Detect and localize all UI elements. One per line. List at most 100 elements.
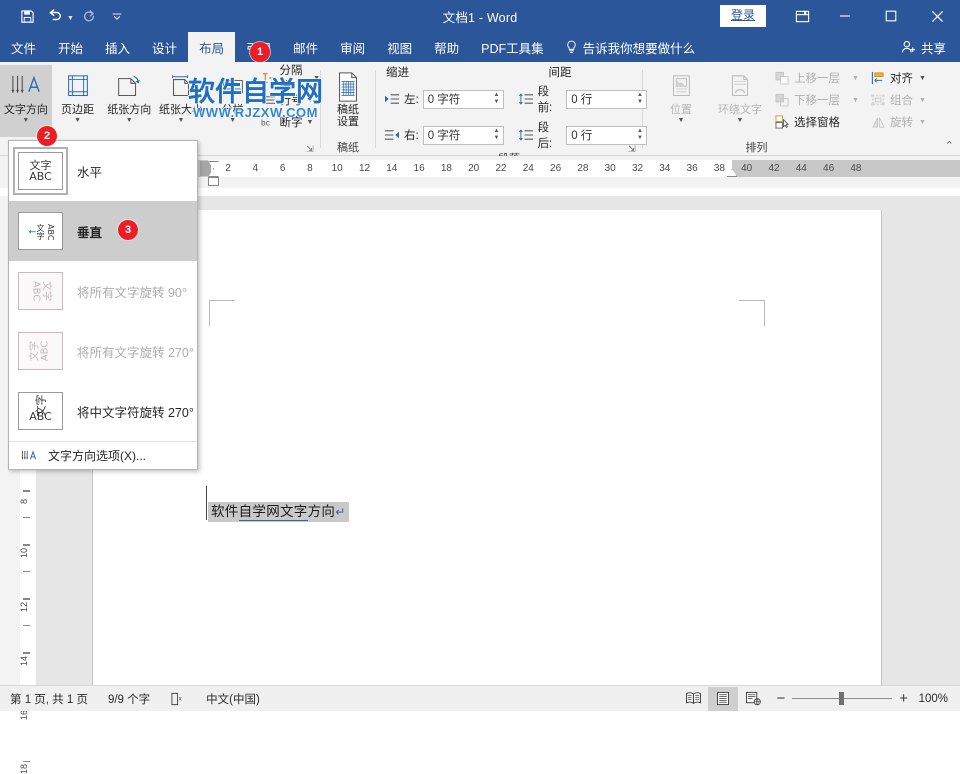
tab-help[interactable]: 帮助 <box>423 32 470 62</box>
zoom-out-button[interactable]: − <box>776 690 785 707</box>
zoom-level-label[interactable]: 100% <box>916 693 960 705</box>
text-direction-label: 文字方向 <box>4 104 48 117</box>
tab-insert[interactable]: 插入 <box>94 32 141 62</box>
selection-pane-button[interactable]: 选择窗格 <box>775 111 859 133</box>
language-status[interactable]: 中文(中国) <box>196 691 270 707</box>
orientation-button[interactable]: 纸张方向 ▼ <box>103 65 155 125</box>
ribbon-group-arrange: 位置 ▼ 环绕文字 ▼ <box>643 62 960 156</box>
menu-item-rotate-asian-270-label: 将中文字符旋转 270° <box>77 402 197 421</box>
minimize-button[interactable] <box>822 0 868 32</box>
columns-button[interactable]: 分栏 ▼ <box>207 65 259 125</box>
chevron-down-icon[interactable]: ▼ <box>22 117 29 125</box>
redo-icon[interactable] <box>76 4 102 28</box>
document-text-selection[interactable]: 软件自学网文字方向↵ <box>208 502 349 522</box>
indent-right-input[interactable]: 0 字符 ▲▼ <box>423 126 504 145</box>
maximize-button[interactable] <box>868 0 914 32</box>
read-mode-icon[interactable] <box>678 687 708 711</box>
tab-mailings[interactable]: 邮件 <box>282 32 329 62</box>
menu-item-text-direction-options[interactable]: 文字方向选项(X)... <box>9 441 197 469</box>
indent-left-input[interactable]: 0 字符 ▲▼ <box>423 90 504 109</box>
line-numbers-icon <box>261 93 276 107</box>
manuscript-label-line1: 稿纸 <box>337 104 359 116</box>
horizontal-ruler[interactable]: 2468101214161820222426283032343638404244… <box>196 156 960 188</box>
margins-button[interactable]: 页边距 ▼ <box>52 65 104 125</box>
chevron-down-icon[interactable]: ▼ <box>919 75 926 82</box>
tab-review[interactable]: 审阅 <box>329 32 376 62</box>
tab-home[interactable]: 开始 <box>47 32 94 62</box>
paper-size-button[interactable]: 纸张大小 ▼ <box>155 65 207 125</box>
chevron-down-icon[interactable] <box>104 4 130 28</box>
tab-design[interactable]: 设计 <box>141 32 188 62</box>
position-icon <box>666 69 696 103</box>
rotate-button[interactable]: 旋转 ▼ <box>871 111 926 133</box>
zoom-track[interactable] <box>792 698 892 699</box>
document-page[interactable] <box>92 210 882 685</box>
page-setup-dialog-launcher[interactable]: ⇲ <box>304 143 316 155</box>
page-number-status[interactable]: 第 1 页, 共 1 页 <box>0 691 98 707</box>
indent-right-stepper[interactable]: ▲▼ <box>490 127 503 144</box>
menu-item-horizontal-label: 水平 <box>77 162 197 181</box>
tab-view[interactable]: 视图 <box>376 32 423 62</box>
chevron-down-icon[interactable]: ▼ <box>852 75 859 82</box>
undo-dropdown-caret[interactable]: ▼ <box>67 15 74 22</box>
indent-left-stepper[interactable]: ▲▼ <box>490 91 503 108</box>
ribbon-display-options-icon[interactable] <box>782 0 822 32</box>
chevron-down-icon[interactable]: ▼ <box>678 117 685 125</box>
vertical-ruler-minor-tick <box>23 653 30 654</box>
zoom-thumb[interactable] <box>839 692 844 705</box>
save-icon[interactable] <box>14 4 40 28</box>
chevron-down-icon[interactable]: ▼ <box>919 97 926 104</box>
group-icon <box>871 93 886 107</box>
tab-pdf-tools[interactable]: PDF工具集 <box>470 32 555 62</box>
ribbon-tab-strip: 文件 开始 插入 设计 布局 引用 邮件 审阅 视图 帮助 PDF工具集 告诉我… <box>0 32 960 62</box>
space-after-input[interactable]: 0 行 ▲▼ <box>566 126 647 145</box>
chevron-down-icon[interactable]: ▼ <box>737 117 744 125</box>
left-indent-marker[interactable] <box>208 177 219 186</box>
bring-forward-button[interactable]: 上移一层 ▼ <box>775 67 859 89</box>
chevron-up-icon[interactable]: ⌃ <box>945 139 954 152</box>
tab-stop-selector[interactable] <box>200 161 211 176</box>
manuscript-settings-button[interactable]: 稿纸 设置 <box>323 65 373 128</box>
vertical-ruler-tick: 14 <box>19 656 29 666</box>
tell-me-box[interactable]: 告诉我你想要做什么 <box>555 32 706 62</box>
breaks-button[interactable]: 分隔符 ▼ <box>261 67 320 89</box>
send-backward-button[interactable]: 下移一层 ▼ <box>775 89 859 111</box>
zoom-in-button[interactable]: + <box>899 690 908 707</box>
vertical-thumb: ABC 文字 ↓ <box>18 212 63 250</box>
zoom-slider[interactable]: − + <box>768 690 916 707</box>
paragraph-dialog-launcher[interactable]: ⇲ <box>626 143 638 155</box>
print-layout-icon[interactable] <box>708 687 738 711</box>
chevron-down-icon[interactable]: ▼ <box>852 97 859 104</box>
hyphenation-button[interactable]: bc 断字 ▼ <box>261 111 320 133</box>
sign-in-button[interactable]: 登录 <box>720 5 766 26</box>
chevron-down-icon[interactable]: ▼ <box>307 119 314 126</box>
chevron-down-icon[interactable]: ▼ <box>307 97 314 104</box>
chevron-down-icon[interactable]: ▼ <box>126 117 133 125</box>
menu-item-horizontal[interactable]: 文字ABC 水平 <box>9 141 197 201</box>
close-button[interactable] <box>914 0 960 32</box>
line-numbers-button[interactable]: 行号 ▼ <box>261 89 320 111</box>
tab-file[interactable]: 文件 <box>0 32 47 62</box>
ruler-tick: 24 <box>523 162 534 175</box>
word-count-status[interactable]: 9/9 个字 <box>98 691 160 707</box>
chevron-down-icon[interactable]: ▼ <box>229 117 236 125</box>
web-layout-icon[interactable] <box>738 687 768 711</box>
group-button[interactable]: 组合 ▼ <box>871 89 926 111</box>
wrap-text-button[interactable]: 环绕文字 ▼ <box>709 65 771 125</box>
indent-left-icon <box>384 92 400 106</box>
rotate-all-270-thumb: 文字ABC <box>18 332 63 370</box>
position-button[interactable]: 位置 ▼ <box>653 65 709 125</box>
menu-item-rotate-asian-270[interactable]: 文字ABC 将中文字符旋转 270° <box>9 381 197 441</box>
chevron-down-icon[interactable]: ▼ <box>919 119 926 126</box>
space-before-input[interactable]: 0 行 ▲▼ <box>566 90 647 109</box>
chevron-down-icon[interactable]: ▼ <box>177 117 184 125</box>
chevron-down-icon[interactable]: ▼ <box>313 75 320 82</box>
proofing-errors-icon[interactable]: x <box>160 692 196 706</box>
align-button[interactable]: 对齐 ▼ <box>871 67 926 89</box>
tab-layout[interactable]: 布局 <box>188 32 235 62</box>
share-button[interactable]: 共享 <box>893 32 960 62</box>
chevron-down-icon[interactable]: ▼ <box>74 117 81 125</box>
menu-item-vertical[interactable]: ABC 文字 ↓ 垂直 <box>9 201 197 261</box>
undo-icon[interactable] <box>42 4 68 28</box>
text-direction-dropdown-menu: 文字ABC 水平 ABC 文字 ↓ 垂直 文字ABC 将所有文字旋转 90° 文… <box>8 140 198 470</box>
